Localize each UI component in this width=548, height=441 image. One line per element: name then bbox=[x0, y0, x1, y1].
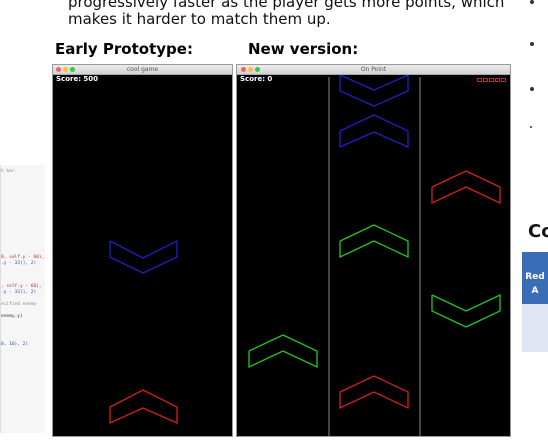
code-line: 0, self.y - 60), bbox=[1, 255, 45, 260]
red-chevron-enemy bbox=[431, 170, 501, 205]
blue-chevron-enemy bbox=[339, 114, 409, 148]
red-chevron-player bbox=[339, 375, 409, 410]
code-line: h bar. bbox=[1, 169, 18, 174]
new-game-window: On Point Score: 0 bbox=[236, 64, 511, 437]
prototype-playfield bbox=[109, 239, 178, 425]
table-header-line: Red bbox=[525, 272, 545, 282]
code-snippet: h bar. 0, self.y - 60), .y - 33)], 2) , … bbox=[0, 165, 45, 433]
green-chevron-enemy bbox=[431, 293, 501, 328]
code-line: .y - 33)], 2) bbox=[1, 290, 37, 295]
window-titlebar: On Point bbox=[237, 65, 510, 75]
blue-chevron-enemy bbox=[339, 75, 409, 107]
red-chevron-player bbox=[109, 389, 178, 425]
code-line: , self.y - 60), bbox=[1, 284, 42, 289]
blue-chevron-enemy bbox=[109, 239, 178, 274]
code-line: 0, 10), 2) bbox=[1, 342, 29, 347]
window-title: cool game bbox=[126, 66, 159, 73]
code-line: enemy.y) bbox=[1, 314, 23, 319]
window-titlebar: cool game bbox=[53, 65, 232, 75]
green-chevron-enemy bbox=[339, 224, 409, 259]
article-paragraph: progressively faster as the player gets … bbox=[68, 0, 518, 28]
code-line: .y - 33)], 2) bbox=[1, 261, 37, 266]
prototype-game-window: cool game Score: 500 bbox=[52, 64, 233, 437]
green-chevron-player bbox=[248, 334, 318, 369]
early-prototype-label: Early Prototype: bbox=[55, 40, 193, 58]
bullet-dot bbox=[530, 126, 532, 128]
bullet-dot bbox=[530, 87, 534, 91]
window-title: On Point bbox=[360, 66, 387, 73]
table-body-cell bbox=[522, 304, 548, 352]
article-text-line-2: makes it harder to match them up. bbox=[68, 10, 331, 28]
new-playfield bbox=[248, 75, 501, 436]
bullet-dot bbox=[530, 42, 534, 46]
code-line: ecified enemy bbox=[1, 302, 37, 307]
bullet-list-fragment bbox=[526, 0, 548, 150]
section-heading-fragment: Co bbox=[528, 221, 548, 242]
new-version-label: New version: bbox=[248, 40, 359, 58]
table-header-cell: Red A bbox=[522, 252, 548, 304]
table-header-line: A bbox=[531, 286, 539, 296]
bullet-dot bbox=[530, 0, 534, 4]
